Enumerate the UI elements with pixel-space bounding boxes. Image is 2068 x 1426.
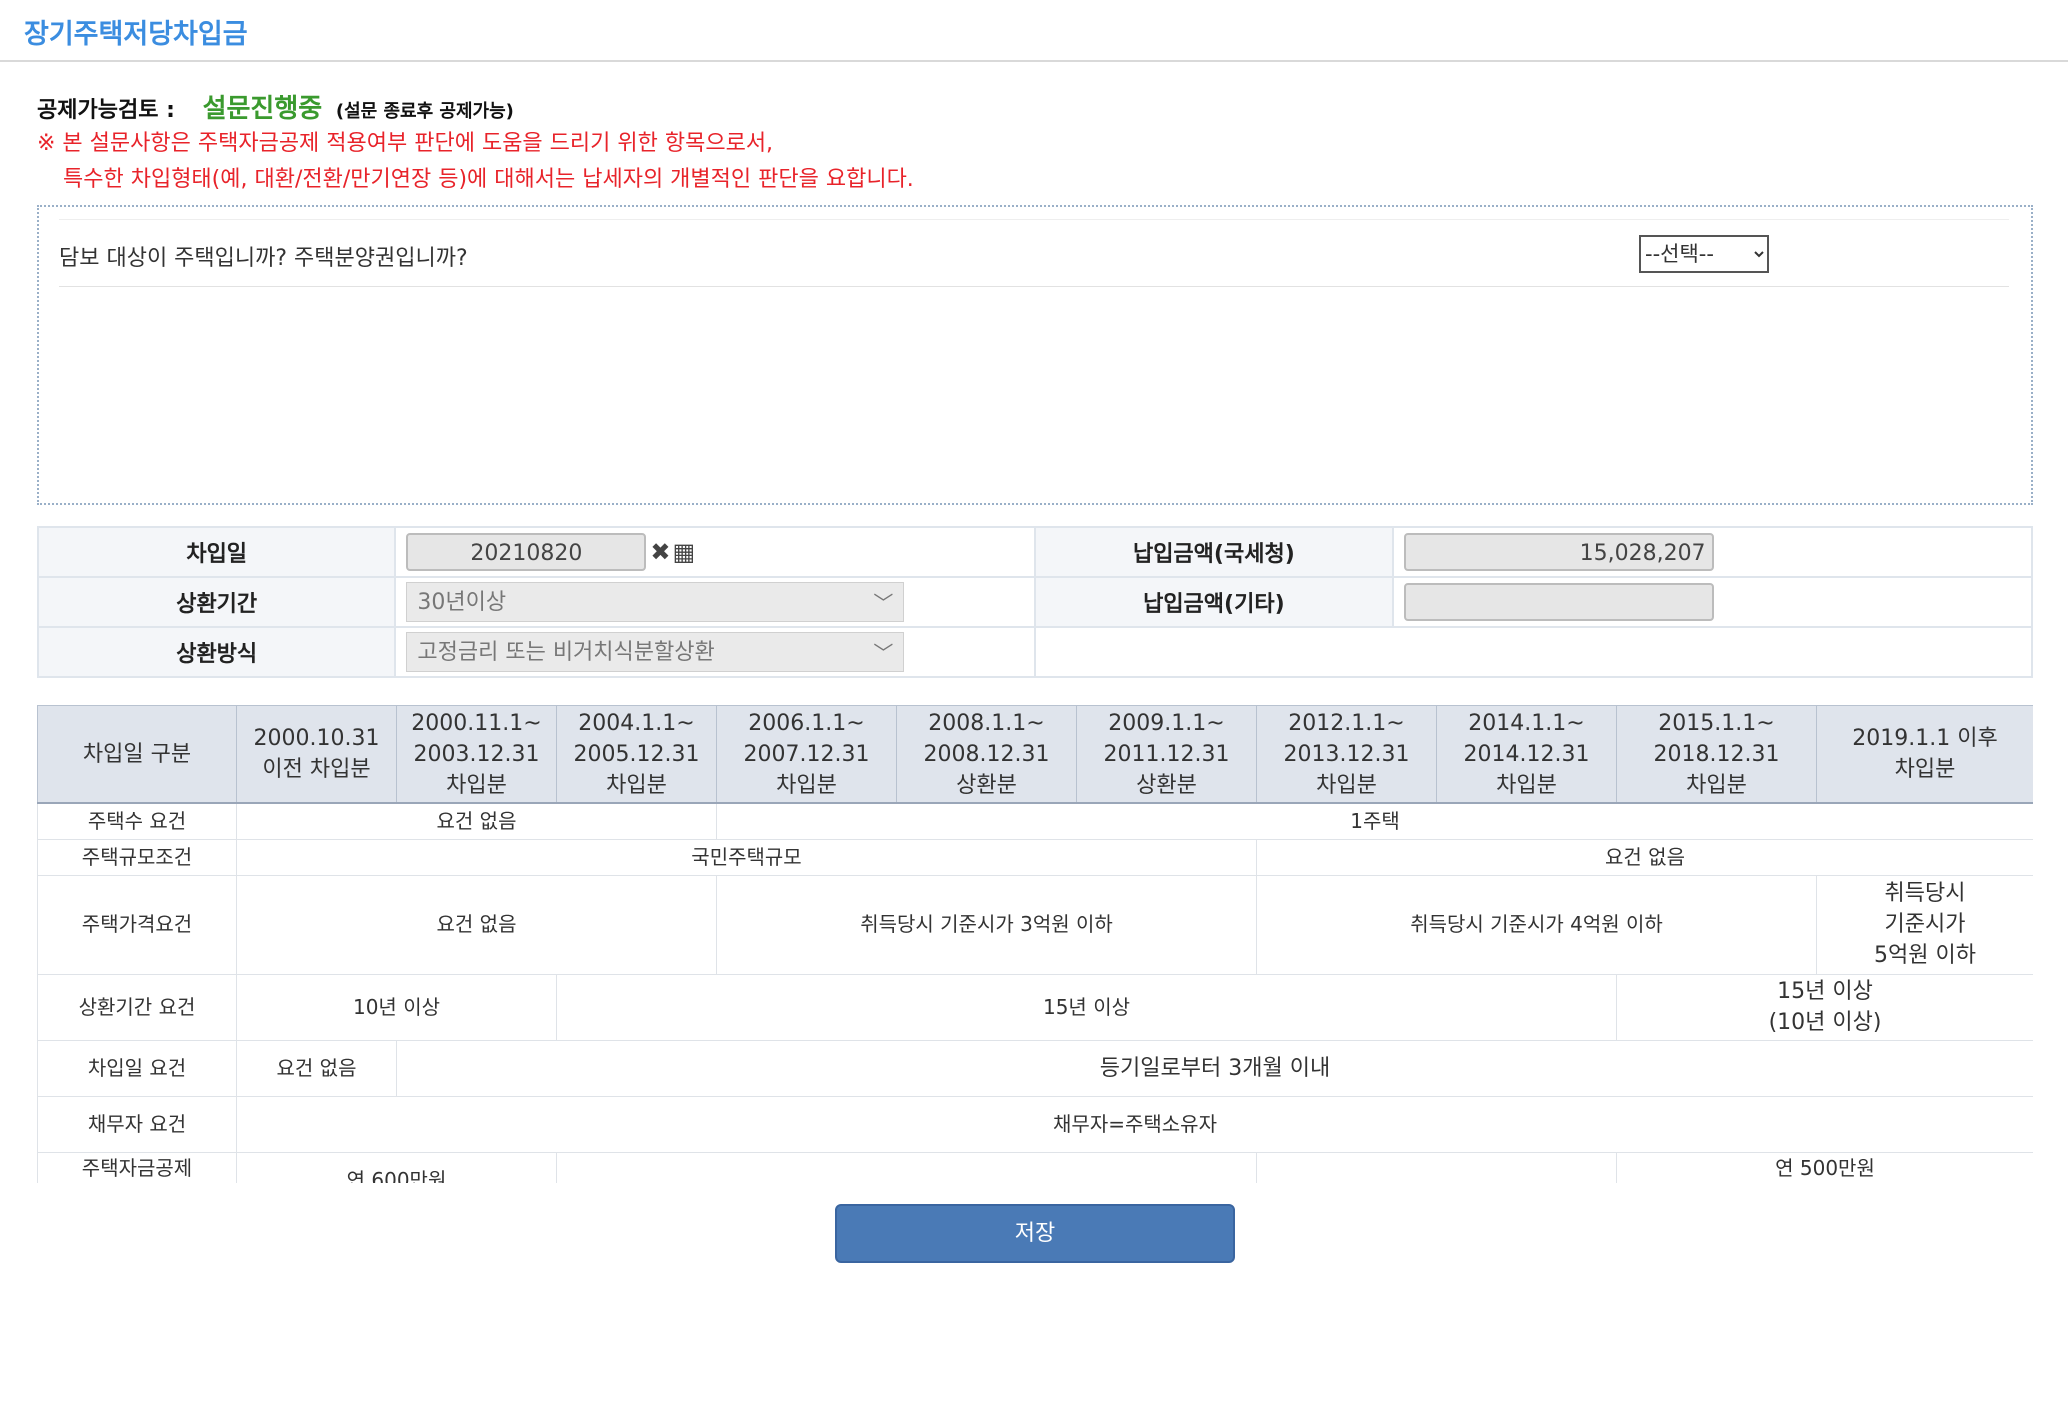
review-status: 설문진행중 [202,94,323,124]
table-cell: 등기일로부터 3개월 이내 [396,1039,2033,1097]
row-label: 주택가격요건 [37,874,237,975]
repay-method-label: 상환방식 [36,626,397,678]
table-header-row: 차입일 구분 2000.10.31 이전 차입분 2000.11.1~ 2003.1… [37,705,2033,804]
table-cell: 15년 이상 [556,973,1617,1041]
page-title: 장기주택저당차입금 [24,19,248,50]
col-header: 2008.1.1~ 2008.12.31 상환분 [896,705,1077,804]
borrow-date-label: 차입일 [36,526,397,578]
deduction-review: 공제가능검토 : 설문진행중 (설문 종료후 공제가능) [37,88,514,125]
repay-method-select[interactable]: 고정금리 또는 비거치식분할상환 ﹀ [406,632,905,672]
review-status-note: (설문 종료후 공제가능) [335,101,514,122]
table-cell: 요건 없음 [236,874,717,975]
requirements-table-scroll[interactable]: 차입일 구분 2000.10.31 이전 차입분 2000.11.1~ 2003.1… [37,705,2033,1183]
survey-question-row: 담보 대상이 주택입니까? 주택분양권입니까? --선택-- [59,219,2009,287]
calendar-icon[interactable]: ▦ [673,538,696,566]
col-header: 2014.1.1~ 2014.12.31 차입분 [1436,705,1617,804]
borrow-date-input[interactable]: 20210820 [406,533,647,571]
notice-line-2: 특수한 차입형태(예, 대환/전환/만기연장 등)에 대해서는 납세자의 개별적… [63,167,914,192]
table-cell: 1주택 [716,802,2033,840]
repay-period-label: 상환기간 [36,576,397,628]
table-cell [1256,1151,1617,1183]
empty-cell [1034,626,2033,678]
table-cell: 연 500만원 [1616,1151,2033,1183]
table-row: 주택가격요건 요건 없음 취득당시 기준시가 3억원 이하 취득당시 기준시가 … [37,874,2033,975]
table-cell: 취득당시 기준시가 4억원 이하 [1256,874,1817,975]
close-x-icon[interactable]: ✖ [650,538,670,566]
payment-other-label: 납입금액(기타) [1034,576,1394,628]
table-cell: 10년 이상 [236,973,557,1041]
table-row: 주택수 요건 요건 없음 1주택 [37,802,2033,840]
loan-info-form: 차입일 20210820 ✖▦ 납입금액(국세청) 15,028,207 상환기간… [36,526,2034,678]
col-header: 2004.1.1~ 2005.12.31 차입분 [556,705,717,804]
table-cell: 국민주택규모 [236,838,1257,876]
table-row: 채무자 요건 채무자=주택소유자 [37,1095,2033,1153]
col-header: 2000.11.1~ 2003.12.31 차입분 [396,705,557,804]
table-cell [556,1151,1257,1183]
col-header: 차입일 구분 [37,705,237,804]
col-header: 2015.1.1~ 2018.12.31 차입분 [1616,705,1817,804]
row-label: 주택규모조건 [37,838,237,876]
notice-line-1: ※ 본 설문사항은 주택자금공제 적용여부 판단에 도움을 드리기 위한 항목으… [37,131,774,156]
table-row: 상환기간 요건 10년 이상 15년 이상 15년 이상 (10년 이상) [37,973,2033,1041]
table-cell: 취득당시 기준시가 3억원 이하 [716,874,1257,975]
row-label: 주택자금공제 [37,1151,237,1183]
repay-period-value: 30년이상 [417,590,507,615]
table-row: 주택자금공제 연 600만원 연 500만원 [37,1151,2033,1183]
requirements-table: 차입일 구분 2000.10.31 이전 차입분 2000.11.1~ 2003.1… [37,705,2033,1183]
table-row: 차입일 요건 요건 없음 등기일로부터 3개월 이내 [37,1039,2033,1097]
survey-question: 담보 대상이 주택입니까? 주택분양권입니까? [59,246,468,271]
row-label: 차입일 요건 [37,1039,237,1097]
survey-answer-select[interactable]: --선택-- [1639,235,1769,273]
save-button[interactable]: 저장 [835,1204,1235,1263]
table-cell: 요건 없음 [236,802,717,840]
row-label: 상환기간 요건 [37,973,237,1041]
payment-other-input[interactable] [1403,583,1714,621]
payment-nts-input[interactable]: 15,028,207 [1403,533,1714,571]
notice-text: ※ 본 설문사항은 주택자금공제 적용여부 판단에 도움을 드리기 위한 항목으… [37,126,914,198]
table-cell: 채무자=주택소유자 [236,1095,2033,1153]
table-cell: 요건 없음 [236,1039,397,1097]
table-cell: 취득당시 기준시가 5억원 이하 [1816,874,2033,975]
table-cell: 요건 없음 [1256,838,2033,876]
col-header: 2019.1.1 이후 차입분 [1816,705,2033,804]
payment-nts-label: 납입금액(국세청) [1034,526,1394,578]
table-row: 주택규모조건 국민주택규모 요건 없음 [37,838,2033,876]
table-cell: 연 600만원 [236,1151,557,1183]
survey-panel: 담보 대상이 주택입니까? 주택분양권입니까? --선택-- [37,205,2033,505]
repay-period-select[interactable]: 30년이상 ﹀ [406,582,905,622]
repay-method-value: 고정금리 또는 비거치식분할상환 [417,640,715,665]
page-header: 장기주택저당차입금 [0,0,2068,62]
chevron-down-icon: ﹀ [873,591,894,615]
table-cell: 15년 이상 (10년 이상) [1616,973,2033,1041]
col-header: 2006.1.1~ 2007.12.31 차입분 [716,705,897,804]
col-header: 2009.1.1~ 2011.12.31 상환분 [1076,705,1257,804]
col-header: 2000.10.31 이전 차입분 [236,705,397,804]
chevron-down-icon: ﹀ [873,641,894,665]
row-label: 채무자 요건 [37,1095,237,1153]
review-label: 공제가능검토 : [37,98,175,123]
col-header: 2012.1.1~ 2013.12.31 차입분 [1256,705,1437,804]
row-label: 주택수 요건 [37,802,237,840]
